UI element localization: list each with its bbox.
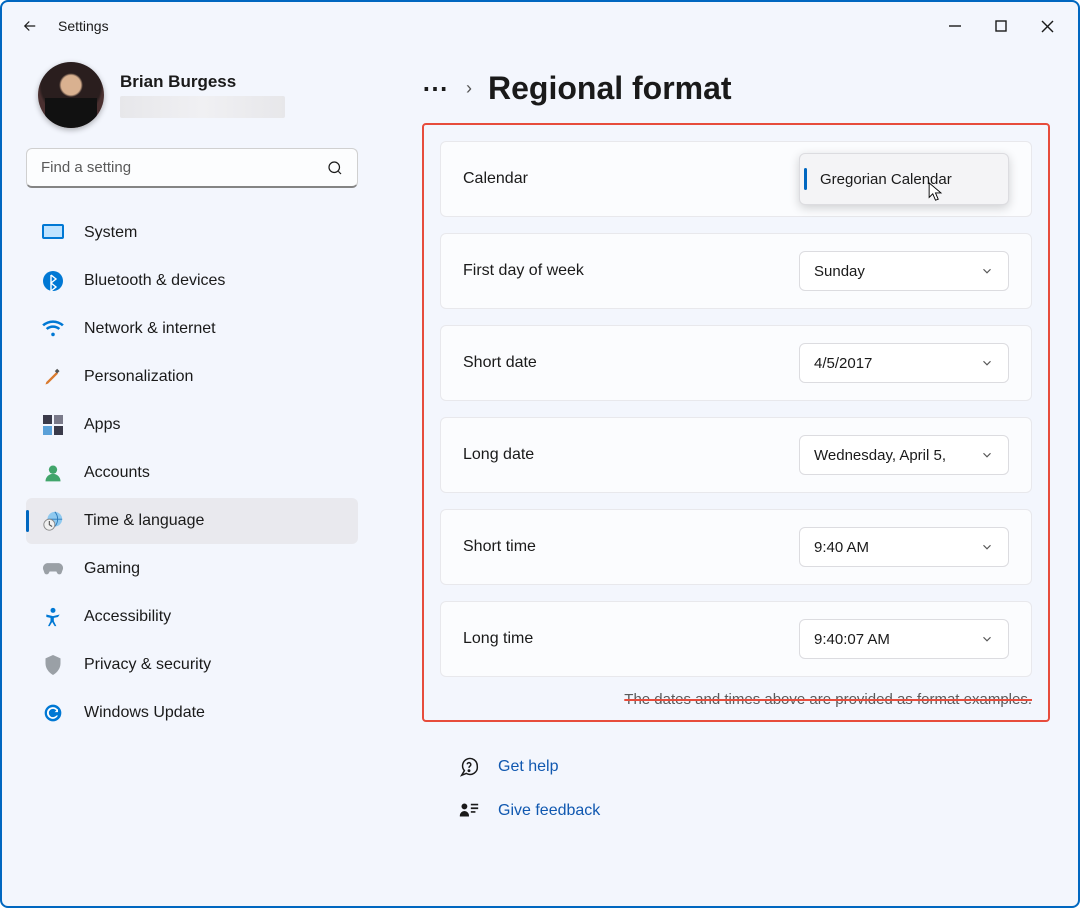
maximize-button[interactable] (978, 6, 1024, 46)
nav-windows-update[interactable]: Windows Update (26, 690, 358, 736)
page-title: Regional format (488, 70, 732, 107)
content: ⋯ › Regional format Calendar Gregorian C… (382, 50, 1078, 906)
back-button[interactable] (10, 6, 50, 46)
settings-window: Settings Brian Burgess (0, 0, 1080, 908)
regional-format-options: Calendar Gregorian Calendar First day of… (422, 123, 1050, 722)
nav: System Bluetooth & devices Network & int… (26, 210, 358, 736)
long-time-dropdown[interactable]: 9:40:07 AM (799, 619, 1009, 659)
monitor-icon (42, 222, 64, 244)
nav-accounts[interactable]: Accounts (26, 450, 358, 496)
arrow-left-icon (21, 17, 39, 35)
avatar (38, 62, 104, 128)
paintbrush-icon (42, 366, 64, 388)
setting-short-date: Short date 4/5/2017 (440, 325, 1032, 401)
setting-long-time: Long time 9:40:07 AM (440, 601, 1032, 677)
format-examples-hint: The dates and times above are provided a… (440, 691, 1032, 708)
chevron-down-icon (980, 356, 994, 370)
nav-gaming[interactable]: Gaming (26, 546, 358, 592)
search-input[interactable] (26, 148, 358, 188)
nav-label: Network & internet (84, 320, 216, 338)
setting-calendar: Calendar Gregorian Calendar (440, 141, 1032, 217)
footer-links: Get help Give feedback (458, 756, 1050, 822)
sidebar: Brian Burgess System Bluetooth & devices (2, 50, 382, 906)
cursor-icon (928, 182, 943, 202)
minimize-button[interactable] (932, 6, 978, 46)
close-button[interactable] (1024, 6, 1070, 46)
maximize-icon (995, 20, 1007, 32)
setting-first-day: First day of week Sunday (440, 233, 1032, 309)
nav-label: Accounts (84, 464, 150, 482)
get-help-row[interactable]: Get help (458, 756, 1050, 778)
chevron-right-icon: › (466, 78, 472, 99)
nav-label: Apps (84, 416, 120, 434)
chevron-down-icon (980, 448, 994, 462)
nav-label: Gaming (84, 560, 140, 578)
dropdown-value: 9:40 AM (814, 539, 869, 556)
profile-email-redacted (120, 96, 285, 118)
give-feedback-row[interactable]: Give feedback (458, 800, 1050, 822)
give-feedback-link[interactable]: Give feedback (498, 802, 600, 820)
profile[interactable]: Brian Burgess (38, 62, 358, 128)
clock-globe-icon (42, 510, 64, 532)
calendar-dropdown[interactable]: Gregorian Calendar (799, 153, 1009, 205)
nav-label: Privacy & security (84, 656, 211, 674)
nav-time-language[interactable]: Time & language (26, 498, 358, 544)
chevron-down-icon (980, 264, 994, 278)
setting-short-time: Short time 9:40 AM (440, 509, 1032, 585)
dropdown-value: 4/5/2017 (814, 355, 872, 372)
gamepad-icon (42, 558, 64, 580)
accessibility-icon (42, 606, 64, 628)
titlebar: Settings (2, 2, 1078, 50)
bluetooth-icon (42, 270, 64, 292)
close-icon (1041, 20, 1054, 33)
short-date-dropdown[interactable]: 4/5/2017 (799, 343, 1009, 383)
nav-label: Personalization (84, 368, 193, 386)
apps-icon (42, 414, 64, 436)
titlebar-title: Settings (58, 18, 109, 34)
wifi-icon (42, 318, 64, 340)
shield-icon (42, 654, 64, 676)
nav-network[interactable]: Network & internet (26, 306, 358, 352)
dropdown-value: 9:40:07 AM (814, 631, 890, 648)
feedback-icon (458, 800, 480, 822)
dropdown-value: Wednesday, April 5, (814, 447, 946, 464)
update-icon (42, 702, 64, 724)
setting-label: Short time (463, 538, 536, 556)
minimize-icon (949, 20, 961, 32)
nav-apps[interactable]: Apps (26, 402, 358, 448)
long-date-dropdown[interactable]: Wednesday, April 5, (799, 435, 1009, 475)
chevron-down-icon (980, 632, 994, 646)
setting-label: Short date (463, 354, 537, 372)
chevron-down-icon (980, 540, 994, 554)
nav-privacy[interactable]: Privacy & security (26, 642, 358, 688)
breadcrumb-more-icon[interactable]: ⋯ (422, 73, 450, 104)
nav-bluetooth[interactable]: Bluetooth & devices (26, 258, 358, 304)
dropdown-value: Sunday (814, 263, 865, 280)
nav-personalization[interactable]: Personalization (26, 354, 358, 400)
nav-label: Bluetooth & devices (84, 272, 225, 290)
short-time-dropdown[interactable]: 9:40 AM (799, 527, 1009, 567)
nav-accessibility[interactable]: Accessibility (26, 594, 358, 640)
search-icon (326, 159, 344, 177)
help-icon (458, 756, 480, 778)
setting-label: First day of week (463, 262, 584, 280)
first-day-dropdown[interactable]: Sunday (799, 251, 1009, 291)
search (26, 148, 358, 188)
setting-label: Long time (463, 630, 533, 648)
setting-label: Long date (463, 446, 534, 464)
profile-name: Brian Burgess (120, 72, 285, 92)
nav-label: Windows Update (84, 704, 205, 722)
window-controls (932, 6, 1070, 46)
get-help-link[interactable]: Get help (498, 758, 558, 776)
nav-label: Accessibility (84, 608, 171, 626)
nav-system[interactable]: System (26, 210, 358, 256)
nav-label: System (84, 224, 137, 242)
setting-long-date: Long date Wednesday, April 5, (440, 417, 1032, 493)
person-icon (42, 462, 64, 484)
setting-label: Calendar (463, 170, 528, 188)
breadcrumb: ⋯ › Regional format (422, 70, 1050, 107)
nav-label: Time & language (84, 512, 204, 530)
